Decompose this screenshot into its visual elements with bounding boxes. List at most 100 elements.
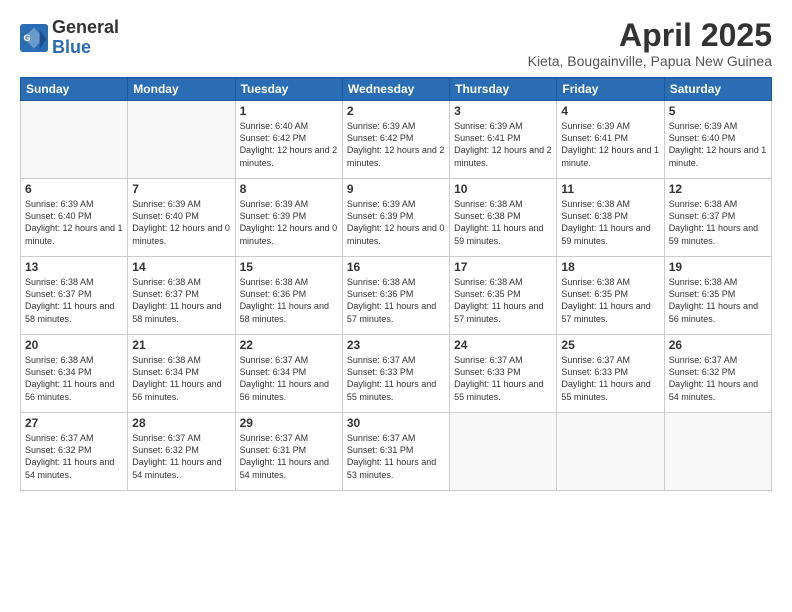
location-text: Kieta, Bougainville, Papua New Guinea	[528, 53, 772, 69]
table-row: 5 Sunrise: 6:39 AM Sunset: 6:40 PM Daylig…	[664, 101, 771, 179]
header: G General Blue April 2025 Kieta, Bougain…	[20, 18, 772, 69]
table-row: 18 Sunrise: 6:38 AM Sunset: 6:35 PM Dayli…	[557, 257, 664, 335]
cell-info: Sunrise: 6:38 AM Sunset: 6:38 PM Dayligh…	[454, 198, 552, 247]
table-row	[21, 101, 128, 179]
cell-info: Sunrise: 6:37 AM Sunset: 6:32 PM Dayligh…	[25, 432, 123, 481]
calendar-week-row: 20 Sunrise: 6:38 AM Sunset: 6:34 PM Dayli…	[21, 335, 772, 413]
table-row: 17 Sunrise: 6:38 AM Sunset: 6:35 PM Dayli…	[450, 257, 557, 335]
day-number: 10	[454, 182, 552, 196]
logo-general-text: General	[52, 18, 119, 38]
svg-text:G: G	[24, 33, 31, 43]
cell-info: Sunrise: 6:38 AM Sunset: 6:34 PM Dayligh…	[132, 354, 230, 403]
table-row: 20 Sunrise: 6:38 AM Sunset: 6:34 PM Dayli…	[21, 335, 128, 413]
day-number: 16	[347, 260, 445, 274]
day-number: 24	[454, 338, 552, 352]
table-row: 19 Sunrise: 6:38 AM Sunset: 6:35 PM Dayli…	[664, 257, 771, 335]
table-row: 26Sunrise: 6:37 AM Sunset: 6:32 PM Dayli…	[664, 335, 771, 413]
day-number: 30	[347, 416, 445, 430]
header-sunday: Sunday	[21, 78, 128, 101]
day-number: 4	[561, 104, 659, 118]
cell-info: Sunrise: 6:38 AM Sunset: 6:37 PM Dayligh…	[669, 198, 767, 247]
header-saturday: Saturday	[664, 78, 771, 101]
table-row: 25 Sunrise: 6:37 AM Sunset: 6:33 PM Dayli…	[557, 335, 664, 413]
day-number: 12	[669, 182, 767, 196]
header-monday: Monday	[128, 78, 235, 101]
cell-info: Sunrise: 6:38 AM Sunset: 6:37 PM Dayligh…	[132, 276, 230, 325]
cell-info: Sunrise: 6:38 AM Sunset: 6:35 PM Dayligh…	[669, 276, 767, 325]
table-row: 1Sunrise: 6:40 AM Sunset: 6:42 PM Daylig…	[235, 101, 342, 179]
cell-info: Sunrise: 6:37 AM Sunset: 6:31 PM Dayligh…	[347, 432, 445, 481]
day-number: 21	[132, 338, 230, 352]
cell-info: Sunrise: 6:39 AM Sunset: 6:40 PM Dayligh…	[669, 120, 767, 169]
cell-info: Sunrise: 6:39 AM Sunset: 6:42 PM Dayligh…	[347, 120, 445, 169]
table-row: 2 Sunrise: 6:39 AM Sunset: 6:42 PM Daylig…	[342, 101, 449, 179]
table-row: 29Sunrise: 6:37 AM Sunset: 6:31 PM Dayli…	[235, 413, 342, 491]
calendar-week-row: 13 Sunrise: 6:38 AM Sunset: 6:37 PM Dayli…	[21, 257, 772, 335]
table-row: 14 Sunrise: 6:38 AM Sunset: 6:37 PM Dayli…	[128, 257, 235, 335]
day-number: 15	[240, 260, 338, 274]
header-friday: Friday	[557, 78, 664, 101]
cell-info: Sunrise: 6:37 AM Sunset: 6:32 PM Dayligh…	[132, 432, 230, 481]
day-number: 1	[240, 104, 338, 118]
cell-info: Sunrise: 6:37 AM Sunset: 6:32 PM Dayligh…	[669, 354, 767, 403]
header-thursday: Thursday	[450, 78, 557, 101]
cell-info: Sunrise: 6:39 AM Sunset: 6:39 PM Dayligh…	[240, 198, 338, 247]
calendar-week-row: 1Sunrise: 6:40 AM Sunset: 6:42 PM Daylig…	[21, 101, 772, 179]
day-number: 17	[454, 260, 552, 274]
header-wednesday: Wednesday	[342, 78, 449, 101]
cell-info: Sunrise: 6:39 AM Sunset: 6:40 PM Dayligh…	[132, 198, 230, 247]
table-row	[128, 101, 235, 179]
day-number: 23	[347, 338, 445, 352]
cell-info: Sunrise: 6:38 AM Sunset: 6:35 PM Dayligh…	[561, 276, 659, 325]
day-number: 8	[240, 182, 338, 196]
table-row: 30 Sunrise: 6:37 AM Sunset: 6:31 PM Dayli…	[342, 413, 449, 491]
cell-info: Sunrise: 6:37 AM Sunset: 6:34 PM Dayligh…	[240, 354, 338, 403]
table-row: 7 Sunrise: 6:39 AM Sunset: 6:40 PM Daylig…	[128, 179, 235, 257]
table-row	[450, 413, 557, 491]
table-row: 16 Sunrise: 6:38 AM Sunset: 6:36 PM Dayli…	[342, 257, 449, 335]
day-number: 7	[132, 182, 230, 196]
cell-info: Sunrise: 6:38 AM Sunset: 6:38 PM Dayligh…	[561, 198, 659, 247]
day-number: 3	[454, 104, 552, 118]
day-number: 22	[240, 338, 338, 352]
cell-info: Sunrise: 6:37 AM Sunset: 6:33 PM Dayligh…	[454, 354, 552, 403]
day-number: 29	[240, 416, 338, 430]
table-row: 11 Sunrise: 6:38 AM Sunset: 6:38 PM Dayli…	[557, 179, 664, 257]
day-number: 14	[132, 260, 230, 274]
day-number: 11	[561, 182, 659, 196]
day-number: 5	[669, 104, 767, 118]
logo-text: General Blue	[52, 18, 119, 58]
day-number: 25	[561, 338, 659, 352]
logo: G General Blue	[20, 18, 119, 58]
table-row: 27Sunrise: 6:37 AM Sunset: 6:32 PM Dayli…	[21, 413, 128, 491]
table-row: 28 Sunrise: 6:37 AM Sunset: 6:32 PM Dayli…	[128, 413, 235, 491]
cell-info: Sunrise: 6:37 AM Sunset: 6:33 PM Dayligh…	[347, 354, 445, 403]
table-row: 22 Sunrise: 6:37 AM Sunset: 6:34 PM Dayli…	[235, 335, 342, 413]
table-row: 4Sunrise: 6:39 AM Sunset: 6:41 PM Daylig…	[557, 101, 664, 179]
cell-info: Sunrise: 6:38 AM Sunset: 6:35 PM Dayligh…	[454, 276, 552, 325]
day-number: 28	[132, 416, 230, 430]
page: G General Blue April 2025 Kieta, Bougain…	[0, 0, 792, 612]
table-row	[664, 413, 771, 491]
month-year-title: April 2025	[528, 18, 772, 53]
cell-info: Sunrise: 6:38 AM Sunset: 6:37 PM Dayligh…	[25, 276, 123, 325]
cell-info: Sunrise: 6:38 AM Sunset: 6:36 PM Dayligh…	[347, 276, 445, 325]
day-number: 13	[25, 260, 123, 274]
logo-icon: G	[20, 24, 48, 52]
calendar-week-row: 27Sunrise: 6:37 AM Sunset: 6:32 PM Dayli…	[21, 413, 772, 491]
table-row: 12 Sunrise: 6:38 AM Sunset: 6:37 PM Dayli…	[664, 179, 771, 257]
table-row: 3Sunrise: 6:39 AM Sunset: 6:41 PM Daylig…	[450, 101, 557, 179]
day-number: 18	[561, 260, 659, 274]
day-number: 20	[25, 338, 123, 352]
day-number: 19	[669, 260, 767, 274]
cell-info: Sunrise: 6:38 AM Sunset: 6:34 PM Dayligh…	[25, 354, 123, 403]
logo-blue-text: Blue	[52, 38, 119, 58]
table-row	[557, 413, 664, 491]
table-row: 10 Sunrise: 6:38 AM Sunset: 6:38 PM Dayli…	[450, 179, 557, 257]
table-row: 23 Sunrise: 6:37 AM Sunset: 6:33 PM Dayli…	[342, 335, 449, 413]
cell-info: Sunrise: 6:37 AM Sunset: 6:33 PM Dayligh…	[561, 354, 659, 403]
day-number: 2	[347, 104, 445, 118]
table-row: 13 Sunrise: 6:38 AM Sunset: 6:37 PM Dayli…	[21, 257, 128, 335]
day-number: 6	[25, 182, 123, 196]
calendar-header-row: Sunday Monday Tuesday Wednesday Thursday…	[21, 78, 772, 101]
